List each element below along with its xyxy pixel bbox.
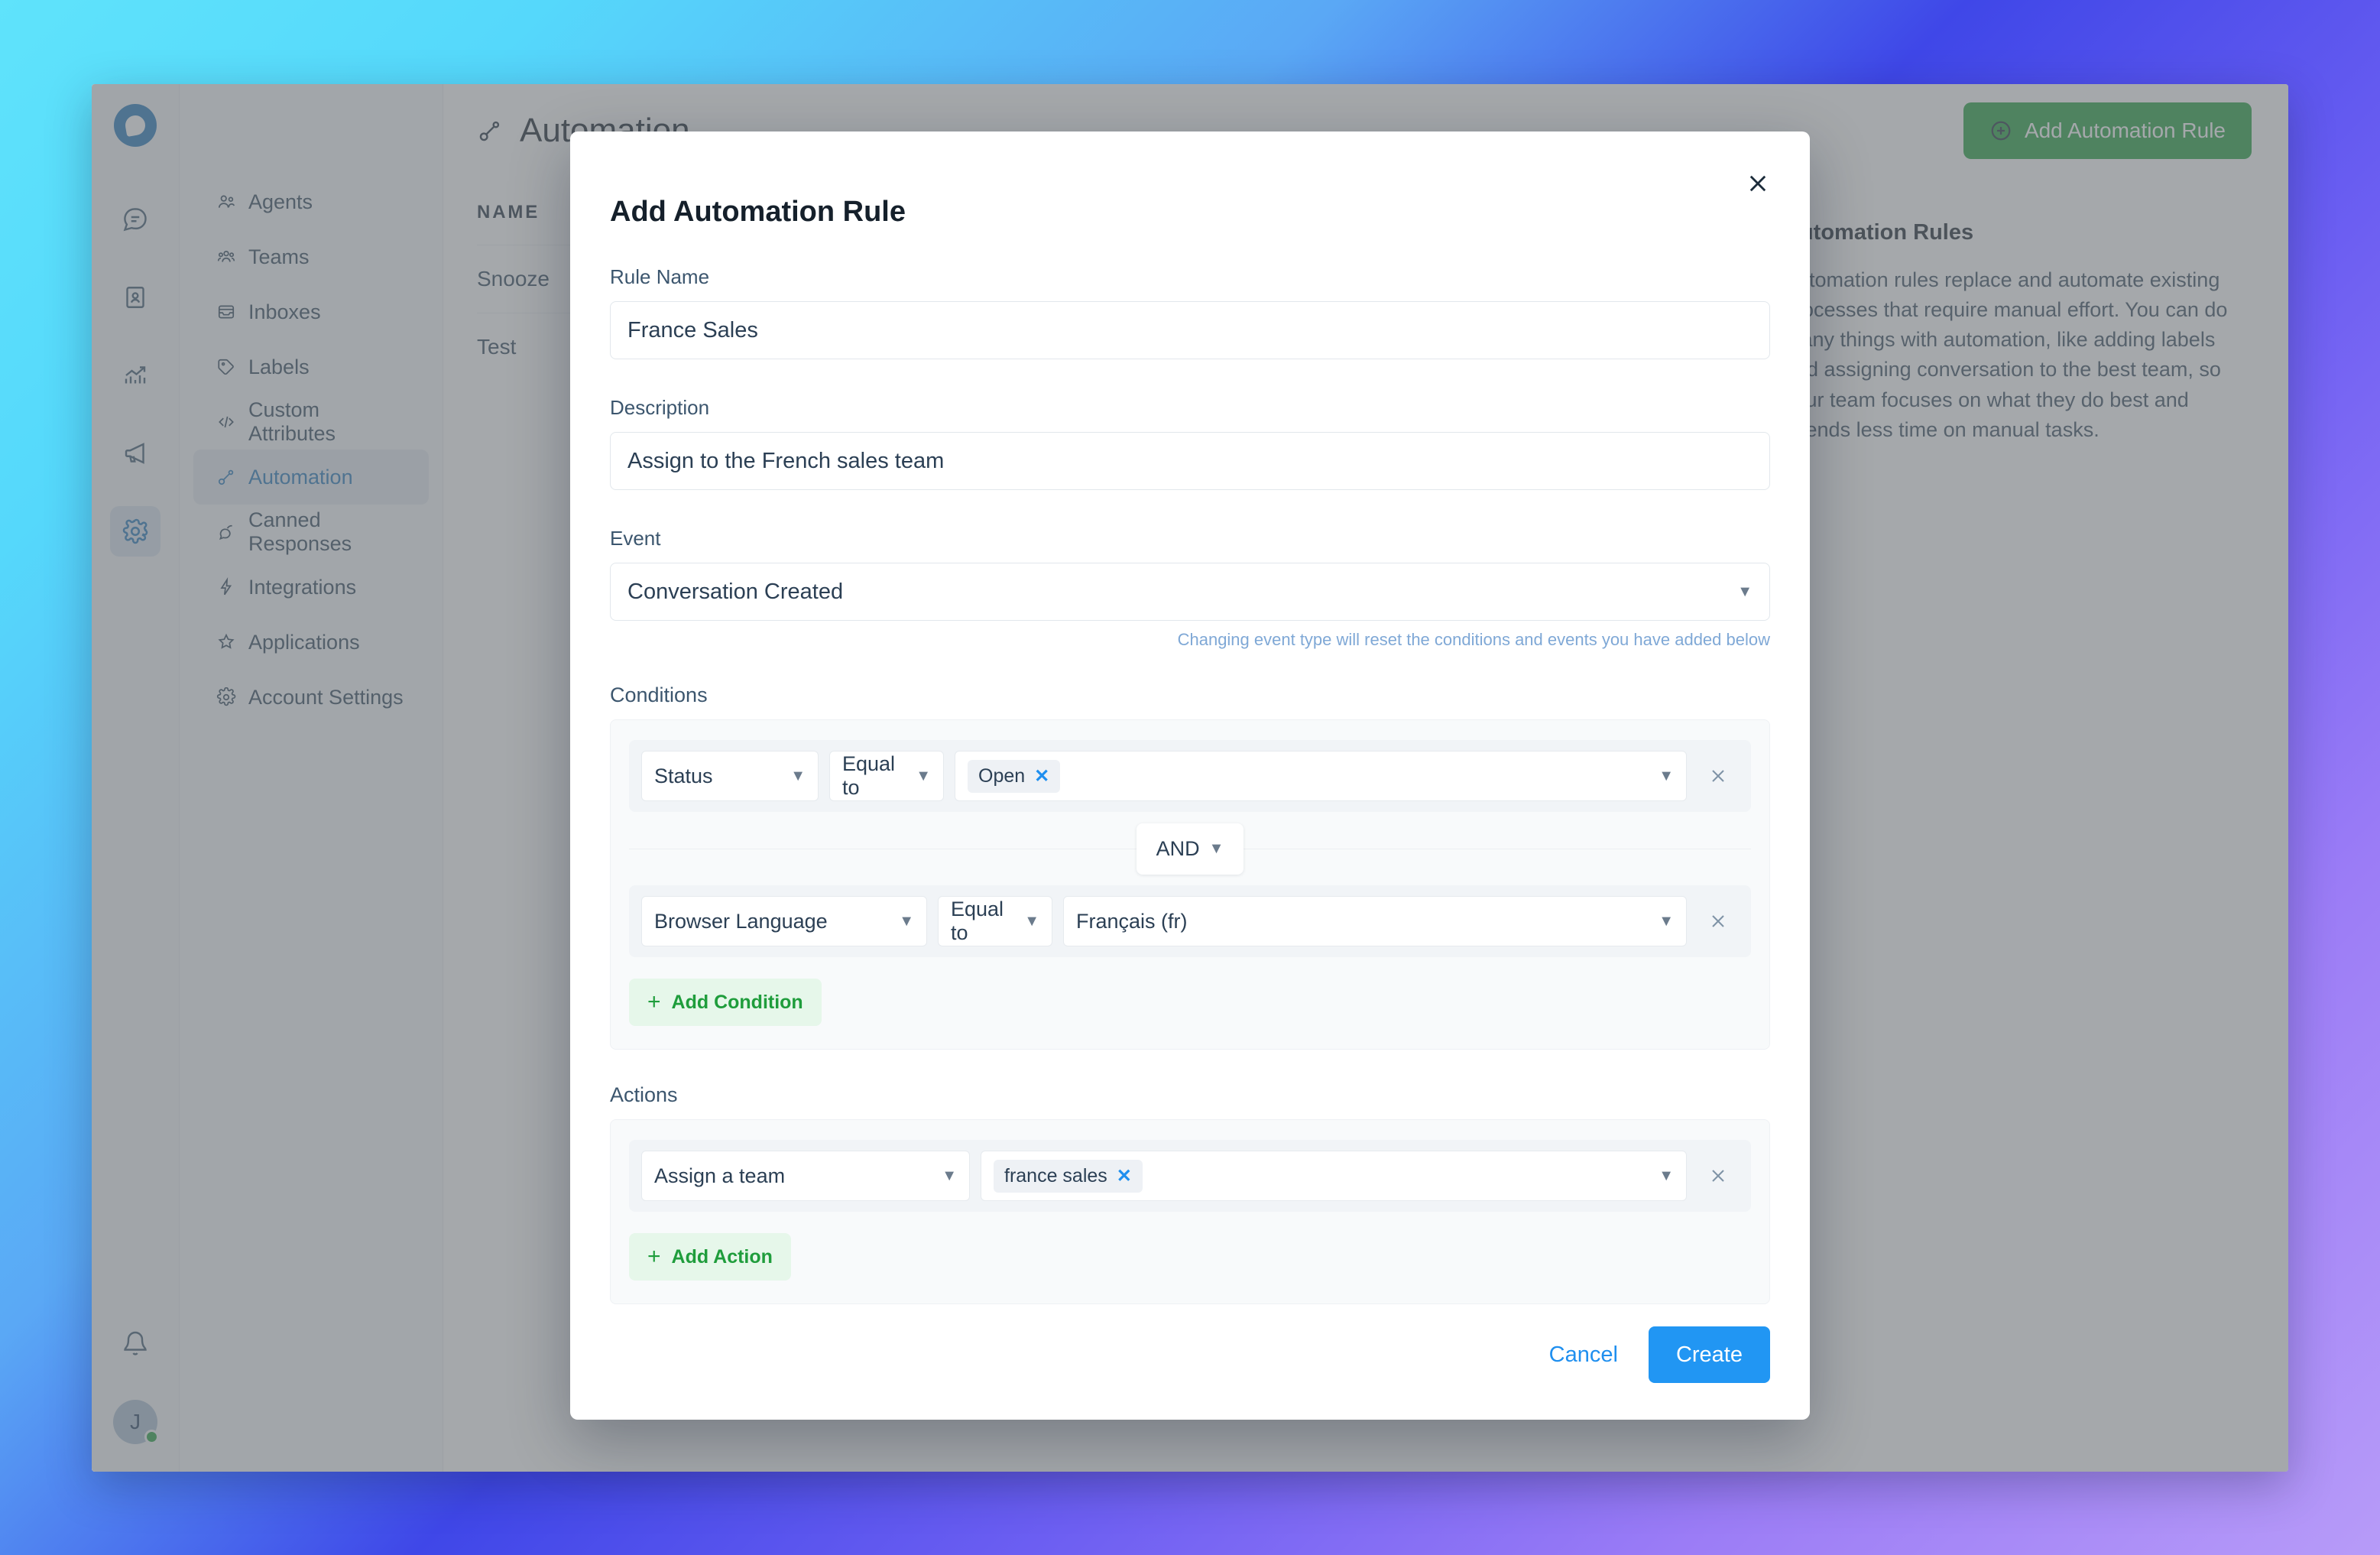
rule-name-field: Rule Name France Sales xyxy=(610,265,1770,359)
actions-label: Actions xyxy=(610,1083,678,1106)
chevron-down-icon: ▼ xyxy=(1659,767,1674,784)
event-hint: Changing event type will reset the condi… xyxy=(1177,630,1770,649)
description-field: Description Assign to the French sales t… xyxy=(610,396,1770,490)
condition-joiner: AND ▼ xyxy=(629,812,1751,885)
chevron-down-icon: ▼ xyxy=(1208,839,1224,857)
add-action-label: Add Action xyxy=(671,1245,773,1268)
condition-value-text: Français (fr) xyxy=(1076,909,1188,933)
conditions-panel: Status ▼ Equal to ▼ Open ✕ ▼ AND ▼ Brows… xyxy=(610,719,1770,1050)
chevron-down-icon: ▼ xyxy=(899,912,914,930)
plus-icon: + xyxy=(647,989,661,1014)
chevron-down-icon: ▼ xyxy=(1024,912,1039,930)
event-label: Event xyxy=(610,527,661,550)
description-input[interactable]: Assign to the French sales team xyxy=(610,432,1770,490)
condition-joiner-select[interactable]: AND ▼ xyxy=(1136,823,1244,875)
remove-row-icon xyxy=(1712,770,1724,782)
condition-row: Status ▼ Equal to ▼ Open ✕ ▼ xyxy=(629,740,1751,812)
event-select-value: Conversation Created xyxy=(627,579,844,604)
remove-action-button[interactable] xyxy=(1697,1165,1739,1187)
condition-value-select[interactable]: Français (fr) ▼ xyxy=(1063,896,1687,946)
condition-attribute-select[interactable]: Status ▼ xyxy=(641,751,819,801)
condition-joiner-value: AND xyxy=(1156,836,1200,860)
condition-attribute-value: Browser Language xyxy=(654,909,828,933)
value-tag-label: Open xyxy=(978,765,1026,787)
action-row: Assign a team ▼ france sales ✕ ▼ xyxy=(629,1140,1751,1212)
remove-condition-button[interactable] xyxy=(1697,765,1739,787)
event-select[interactable]: Conversation Created ▼ xyxy=(610,563,1770,621)
condition-value-select[interactable]: Open ✕ ▼ xyxy=(955,751,1687,801)
value-tag: Open ✕ xyxy=(968,759,1061,793)
description-label: Description xyxy=(610,396,710,419)
chevron-down-icon: ▼ xyxy=(916,767,931,784)
value-tag-label: france sales xyxy=(1004,1164,1107,1187)
close-icon[interactable] xyxy=(1738,164,1778,203)
cancel-button[interactable]: Cancel xyxy=(1535,1332,1632,1378)
add-automation-rule-modal: Add Automation Rule Rule Name France Sal… xyxy=(570,131,1810,1420)
condition-operator-value: Equal to xyxy=(951,898,1004,944)
chevron-down-icon: ▼ xyxy=(1659,912,1674,930)
value-tag: france sales ✕ xyxy=(994,1159,1143,1193)
rule-name-label: Rule Name xyxy=(610,265,710,288)
chevron-down-icon: ▼ xyxy=(1737,583,1753,600)
remove-condition-button[interactable] xyxy=(1697,911,1739,932)
condition-operator-select[interactable]: Equal to ▼ xyxy=(938,896,1052,946)
event-field: Event Conversation Created ▼ Changing ev… xyxy=(610,527,1770,650)
chevron-down-icon: ▼ xyxy=(1659,1167,1674,1184)
add-condition-button[interactable]: + Add Condition xyxy=(629,979,822,1026)
actions-panel: Assign a team ▼ france sales ✕ ▼ + Add A… xyxy=(610,1119,1770,1304)
remove-tag-icon[interactable]: ✕ xyxy=(1117,1165,1132,1187)
chevron-down-icon: ▼ xyxy=(942,1167,957,1184)
plus-icon: + xyxy=(647,1244,661,1269)
condition-attribute-select[interactable]: Browser Language ▼ xyxy=(641,896,927,946)
action-type-select[interactable]: Assign a team ▼ xyxy=(641,1151,970,1201)
condition-row: Browser Language ▼ Equal to ▼ Français (… xyxy=(629,885,1751,957)
modal-title: Add Automation Rule xyxy=(610,196,906,228)
conditions-label: Conditions xyxy=(610,683,708,706)
condition-operator-select[interactable]: Equal to ▼ xyxy=(829,751,944,801)
condition-operator-value: Equal to xyxy=(842,752,896,799)
remove-row-icon xyxy=(1712,1170,1724,1182)
chevron-down-icon: ▼ xyxy=(790,767,806,784)
remove-row-icon xyxy=(1712,915,1724,927)
rule-name-input[interactable]: France Sales xyxy=(610,301,1770,359)
action-value-select[interactable]: france sales ✕ ▼ xyxy=(981,1151,1687,1201)
modal-footer: Cancel Create xyxy=(1535,1290,1770,1420)
action-type-value: Assign a team xyxy=(654,1164,786,1187)
condition-attribute-value: Status xyxy=(654,764,713,787)
create-button[interactable]: Create xyxy=(1648,1326,1770,1383)
add-action-button[interactable]: + Add Action xyxy=(629,1233,791,1281)
remove-tag-icon[interactable]: ✕ xyxy=(1034,765,1049,787)
add-condition-label: Add Condition xyxy=(671,991,803,1013)
